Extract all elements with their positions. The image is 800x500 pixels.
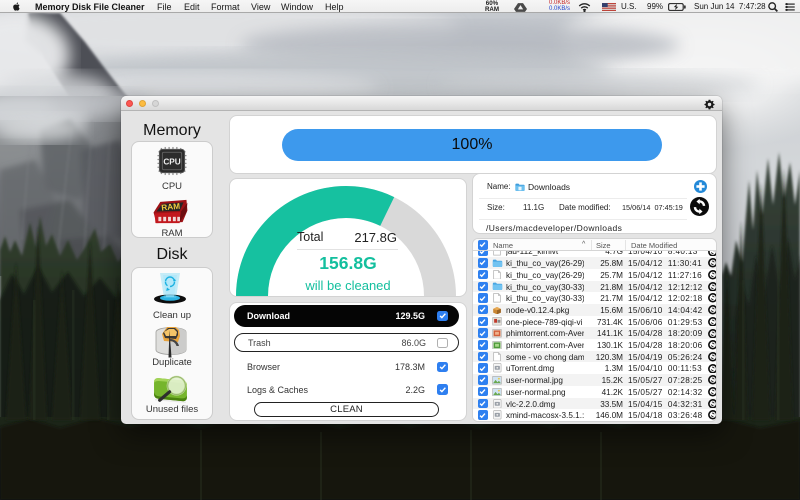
svg-text:CPU: CPU [163, 157, 180, 166]
